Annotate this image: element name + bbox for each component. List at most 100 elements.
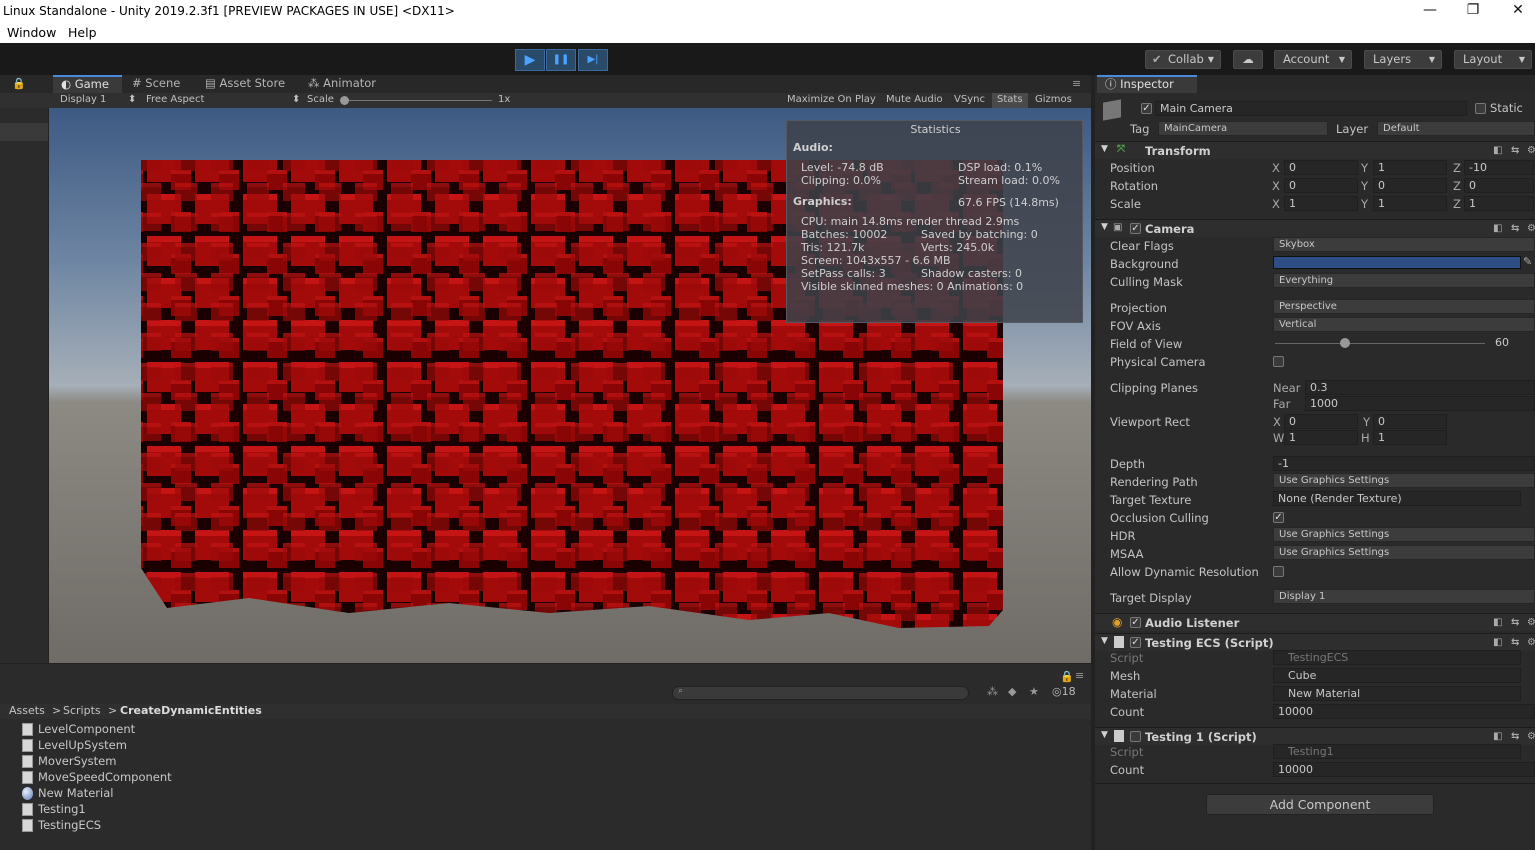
play-button[interactable]: ▶ [515,49,545,71]
settings-icon[interactable]: ⚙ [1527,145,1535,156]
position-y-field[interactable]: 1 [1373,160,1447,175]
count-field[interactable]: 10000 [1273,704,1535,719]
scale-x-field[interactable]: 1 [1284,196,1358,211]
scale-y-field[interactable]: 1 [1373,196,1447,211]
dynamic-resolution-checkbox[interactable] [1273,566,1284,577]
project-search-input[interactable]: ⌕ [672,686,969,700]
tab-scene[interactable]: # Scene [124,75,194,93]
position-z-field[interactable]: -10 [1464,160,1534,175]
preset-icon[interactable]: ⇆ [1511,145,1519,156]
preset-icon[interactable]: ⇆ [1511,223,1519,234]
gizmos-toggle[interactable]: Gizmos [1035,94,1072,105]
help-icon[interactable]: ◧ [1493,637,1502,648]
fov-slider-track[interactable] [1275,343,1485,344]
restore-button[interactable]: ❐ [1458,2,1488,20]
camera-enabled-checkbox[interactable]: ✓ [1130,223,1141,234]
fov-axis-dropdown[interactable]: Vertical [1273,317,1535,332]
occlusion-culling-checkbox[interactable]: ✓ [1273,512,1284,523]
list-item[interactable]: MoverSystem [22,754,116,769]
menu-window[interactable]: Window [7,25,56,40]
tab-game[interactable]: ◐ Game [53,75,122,93]
rotation-x-field[interactable]: 0 [1284,178,1358,193]
camera-header[interactable]: ▼ ▣ ✓ Camera ◧ ⇆ ⚙ [1095,219,1535,237]
settings-icon[interactable]: ⚙ [1527,617,1535,628]
audio-listener-checkbox[interactable]: ✓ [1130,617,1141,628]
minimize-button[interactable]: — [1415,2,1445,20]
help-icon[interactable]: ◧ [1493,617,1502,628]
viewport-h-field[interactable]: 1 [1373,430,1447,445]
projection-dropdown[interactable]: Perspective [1273,299,1535,314]
list-item[interactable]: Testing1 [22,802,86,817]
testing1-header[interactable]: ▼ Testing 1 (Script) ◧ ⇆ ⚙ [1095,727,1535,745]
depth-field[interactable]: -1 [1273,456,1535,471]
close-button[interactable]: ✕ [1503,2,1533,20]
help-icon[interactable]: ◧ [1493,223,1502,234]
physical-camera-checkbox[interactable] [1273,356,1284,367]
target-texture-field[interactable]: None (Render Texture) [1273,491,1521,506]
lock-icon[interactable]: 🔒 [12,77,26,90]
menu-icon[interactable]: ≡ [1075,669,1084,682]
vsync-toggle[interactable]: VSync [954,94,985,105]
position-x-field[interactable]: 0 [1284,160,1358,175]
far-field[interactable]: 1000 [1305,396,1535,411]
scale-slider-thumb[interactable] [340,96,349,105]
game-viewport[interactable]: Statistics Audio: Level: -74.8 dB DSP lo… [49,108,1091,663]
scale-z-field[interactable]: 1 [1464,196,1534,211]
tab-asset-store[interactable]: ▤ Asset Store [197,75,297,93]
layout-dropdown[interactable]: Layout ▼ [1454,50,1532,69]
msaa-dropdown[interactable]: Use Graphics Settings [1273,545,1535,560]
add-component-button[interactable]: Add Component [1206,794,1434,815]
fov-field[interactable]: 60 [1491,336,1535,351]
menu-icon[interactable]: ≡ [1072,77,1081,90]
settings-icon[interactable]: ⚙ [1527,731,1535,742]
tab-animator[interactable]: ⁂ Animator [300,75,390,93]
material-field[interactable]: New Material [1273,686,1521,701]
fov-slider-thumb[interactable] [1340,338,1350,348]
list-item[interactable]: New Material [22,786,113,801]
cloud-button[interactable]: ☁ [1233,50,1263,69]
clear-flags-dropdown[interactable]: Skybox [1273,237,1535,252]
culling-mask-dropdown[interactable]: Everything [1273,273,1535,288]
tag-dropdown[interactable]: MainCamera [1158,121,1328,136]
static-checkbox[interactable] [1475,103,1486,114]
mesh-field[interactable]: Cube [1273,668,1521,683]
menu-help[interactable]: Help [68,25,97,40]
filter-type-icon[interactable]: ⁂ [987,685,998,698]
scale-slider-track[interactable] [342,100,492,101]
settings-icon[interactable]: ⚙ [1527,637,1535,648]
mute-audio-toggle[interactable]: Mute Audio [886,94,943,105]
hdr-dropdown[interactable]: Use Graphics Settings [1273,527,1535,542]
testing1-checkbox[interactable] [1130,731,1141,742]
hierarchy-selected-row[interactable] [0,123,48,141]
account-dropdown[interactable]: Account ▼ [1274,50,1352,69]
lock-icon[interactable]: 🔒 [1060,670,1074,683]
star-icon[interactable]: ★ [1029,685,1039,698]
preset-icon[interactable]: ⇆ [1511,637,1519,648]
pause-button[interactable]: ❚❚ [546,49,576,71]
collab-button[interactable]: ✔ Collab ▼ [1145,50,1221,69]
eyedropper-icon[interactable]: ✎ [1523,255,1532,268]
testing-ecs-checkbox[interactable]: ✓ [1130,637,1141,648]
crumb-current[interactable]: CreateDynamicEntities [120,704,262,717]
testing-ecs-header[interactable]: ▼ ✓ Testing ECS (Script) ◧ ⇆ ⚙ [1095,633,1535,651]
preset-icon[interactable]: ⇆ [1511,731,1519,742]
crumb-assets[interactable]: Assets [9,704,45,717]
near-field[interactable]: 0.3 [1305,380,1535,395]
step-button[interactable]: ▶| [578,49,608,71]
count-field[interactable]: 10000 [1273,762,1535,777]
aspect-dropdown[interactable]: Free Aspect [146,94,204,105]
list-item[interactable]: TestingECS [22,818,101,833]
background-color-swatch[interactable] [1273,256,1521,269]
active-checkbox[interactable]: ✓ [1141,103,1152,114]
transform-header[interactable]: ▼ ⤧ Transform ◧ ⇆ ⚙ [1095,141,1535,159]
audio-listener-header[interactable]: ◉ ✓ Audio Listener ◧ ⇆ ⚙ [1095,613,1535,631]
viewport-w-field[interactable]: 1 [1284,430,1358,445]
settings-icon[interactable]: ⚙ [1527,223,1535,234]
rendering-path-dropdown[interactable]: Use Graphics Settings [1273,473,1535,488]
help-icon[interactable]: ◧ [1493,731,1502,742]
preset-icon[interactable]: ⇆ [1511,617,1519,628]
list-item[interactable]: MoveSpeedComponent [22,770,172,785]
gameobject-name-field[interactable]: Main Camera [1155,101,1467,116]
list-item[interactable]: LevelComponent [22,722,135,737]
maximize-on-play-toggle[interactable]: Maximize On Play [787,94,876,105]
